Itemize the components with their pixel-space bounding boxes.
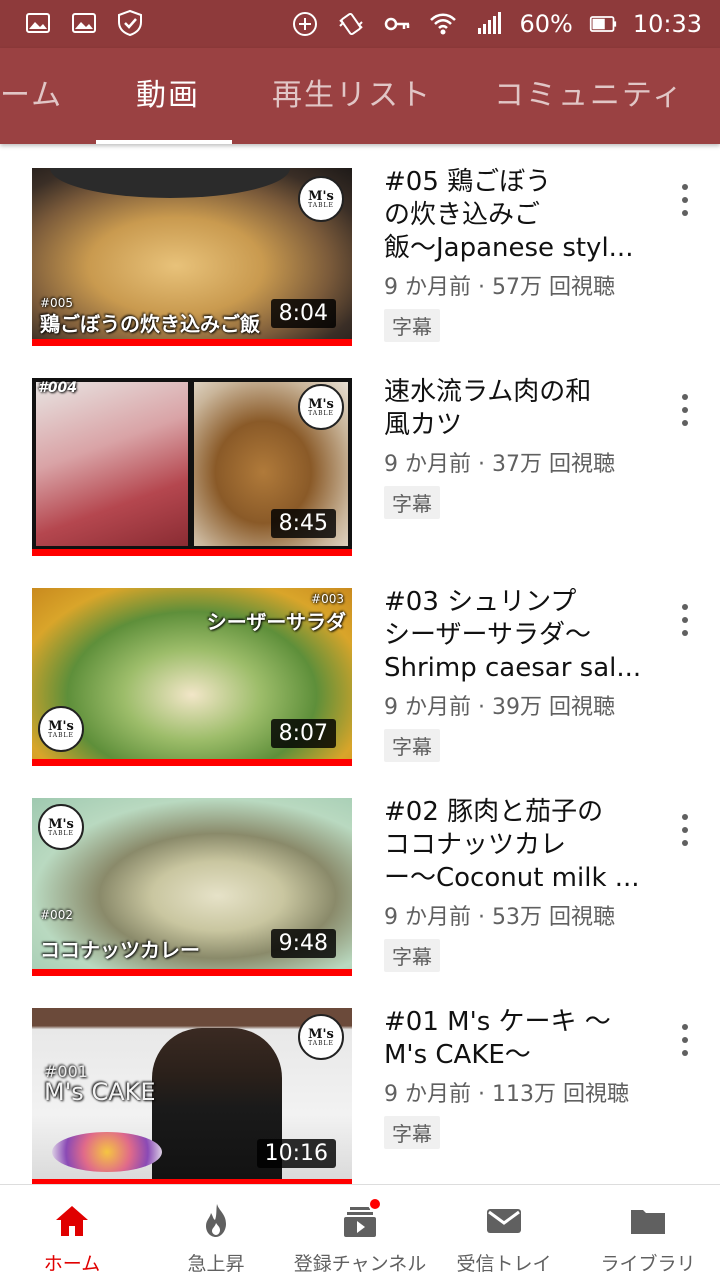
- watch-progress-bar: [32, 759, 352, 766]
- home-icon: [50, 1199, 94, 1243]
- bottom-navigation: ホーム 急上昇 登録チャンネル 受信トレイ ライブラリ: [0, 1184, 720, 1280]
- video-duration: 8:04: [270, 299, 336, 328]
- nav-label: 登録チャンネル: [293, 1253, 427, 1275]
- more-options-icon[interactable]: [670, 180, 700, 220]
- video-item[interactable]: M's TABLE #001 M's CAKE 10:16 #01 M's ケーキ…: [0, 984, 720, 1184]
- video-info[interactable]: #01 M's ケーキ 〜 M's CAKE〜 9 か月前 · 113万 回視聴…: [384, 1006, 646, 1149]
- add-circle-icon: [289, 9, 321, 39]
- thumbnail-caption: ココナッツカレー: [40, 938, 200, 962]
- thumbnail-image: [36, 382, 188, 546]
- subscriptions-icon: [338, 1197, 382, 1243]
- mstable-logo: M's TABLE: [38, 804, 84, 850]
- subtitle-badge: 字幕: [384, 729, 440, 762]
- image-icon: [22, 8, 54, 38]
- nav-subscriptions[interactable]: 登録チャンネル: [288, 1185, 432, 1280]
- folder-icon: [626, 1199, 670, 1243]
- video-info[interactable]: 速水流ラム肉の和 風カツ 9 か月前 · 37万 回視聴 字幕: [384, 376, 646, 519]
- nav-home[interactable]: ホーム: [0, 1185, 144, 1280]
- watch-progress-bar: [32, 549, 352, 556]
- more-options-icon[interactable]: [670, 1020, 700, 1060]
- subtitle-badge: 字幕: [384, 939, 440, 972]
- tab-playlists[interactable]: 再生リスト: [272, 48, 432, 144]
- cake-image: [52, 1132, 162, 1172]
- nav-label: ホーム: [43, 1253, 101, 1275]
- video-meta: 9 か月前 · 39万 回視聴: [384, 695, 615, 720]
- video-meta: 9 か月前 · 113万 回視聴: [384, 1082, 629, 1107]
- image-icon: [68, 8, 100, 38]
- watch-progress-bar: [32, 339, 352, 346]
- video-duration: 8:45: [270, 509, 336, 538]
- key-icon: [381, 9, 413, 39]
- thumbnail-episode: #002: [40, 908, 73, 922]
- video-duration: 8:07: [270, 719, 336, 748]
- flame-icon: [194, 1199, 238, 1243]
- tab-home[interactable]: ーム: [0, 48, 63, 144]
- video-item[interactable]: M's TABLE #003 シーザーサラダ 8:07 #03 シュリンプ シーザ…: [0, 564, 720, 774]
- video-thumbnail[interactable]: M's TABLE #005 鶏ごぼうの炊き込みご飯 8:04: [32, 168, 352, 346]
- mstable-logo: M's TABLE: [298, 1014, 344, 1060]
- video-title[interactable]: #02 豚肉と茄子の ココナッツカレ ー〜Coconut milk ...: [384, 796, 646, 895]
- video-title[interactable]: #05 鶏ごぼう の炊き込みご 飯〜Japanese styl...: [384, 166, 646, 265]
- mstable-logo: M's TABLE: [298, 176, 344, 222]
- nav-library[interactable]: ライブラリ: [576, 1185, 720, 1280]
- signal-icon: [473, 9, 505, 39]
- thumbnail-caption: M's CAKE: [44, 1078, 156, 1106]
- mstable-logo: M's TABLE: [38, 706, 84, 752]
- nav-label: 急上昇: [187, 1253, 245, 1275]
- video-thumbnail[interactable]: M's TABLE #001 M's CAKE 10:16: [32, 1008, 352, 1184]
- subtitle-badge: 字幕: [384, 1116, 440, 1149]
- video-thumbnail[interactable]: M's TABLE #004 8:45: [32, 378, 352, 556]
- video-thumbnail[interactable]: M's TABLE #003 シーザーサラダ 8:07: [32, 588, 352, 766]
- video-info[interactable]: #02 豚肉と茄子の ココナッツカレ ー〜Coconut milk ... 9 …: [384, 796, 646, 972]
- more-options-icon[interactable]: [670, 600, 700, 640]
- mail-icon: [482, 1199, 526, 1243]
- thumbnail-caption: 鶏ごぼうの炊き込みご飯: [40, 312, 260, 336]
- video-info[interactable]: #05 鶏ごぼう の炊き込みご 飯〜Japanese styl... 9 か月前…: [384, 166, 646, 342]
- channel-tab-bar: ーム 動画 再生リスト コミュニティ: [0, 48, 720, 144]
- nav-inbox[interactable]: 受信トレイ: [432, 1185, 576, 1280]
- thumbnail-episode: #003: [311, 592, 344, 606]
- video-meta: 9 か月前 · 37万 回視聴: [384, 452, 615, 477]
- video-title[interactable]: #01 M's ケーキ 〜 M's CAKE〜: [384, 1006, 646, 1072]
- video-duration: 10:16: [256, 1139, 336, 1168]
- nav-label: 受信トレイ: [456, 1253, 552, 1275]
- more-options-icon[interactable]: [670, 810, 700, 850]
- video-list: M's TABLE #005 鶏ごぼうの炊き込みご飯 8:04 #05 鶏ごぼう …: [0, 144, 720, 1184]
- vibrate-icon: [335, 9, 367, 39]
- battery-percent: 60%: [519, 10, 573, 38]
- video-title[interactable]: #03 シュリンプ シーザーサラダ〜 Shrimp caesar sal...: [384, 586, 646, 685]
- thumbnail-episode: #004: [38, 380, 77, 396]
- video-meta: 9 か月前 · 57万 回視聴: [384, 275, 615, 300]
- battery-icon: [587, 9, 619, 39]
- video-item[interactable]: M's TABLE #004 8:45 速水流ラム肉の和 風カツ 9 か月前 · …: [0, 354, 720, 564]
- more-options-icon[interactable]: [670, 390, 700, 430]
- nav-label: ライブラリ: [600, 1253, 696, 1275]
- tab-videos[interactable]: 動画: [136, 48, 200, 144]
- status-bar: 60% 10:33: [0, 0, 720, 48]
- subtitle-badge: 字幕: [384, 486, 440, 519]
- nav-trending[interactable]: 急上昇: [144, 1185, 288, 1280]
- clock: 10:33: [632, 10, 702, 38]
- thumbnail-caption: シーザーサラダ: [206, 610, 346, 634]
- notification-dot: [368, 1197, 382, 1211]
- watch-progress-bar: [32, 969, 352, 976]
- video-thumbnail[interactable]: M's TABLE #002 ココナッツカレー 9:48: [32, 798, 352, 976]
- mstable-logo: M's TABLE: [298, 384, 344, 430]
- video-meta: 9 か月前 · 53万 回視聴: [384, 905, 615, 930]
- video-info[interactable]: #03 シュリンプ シーザーサラダ〜 Shrimp caesar sal... …: [384, 586, 646, 762]
- tab-community[interactable]: コミュニティ: [494, 48, 684, 144]
- video-title[interactable]: 速水流ラム肉の和 風カツ: [384, 376, 646, 442]
- shield-check-icon: [114, 8, 146, 38]
- subtitle-badge: 字幕: [384, 309, 440, 342]
- video-duration: 9:48: [270, 929, 336, 958]
- wifi-icon: [427, 9, 459, 39]
- video-item[interactable]: M's TABLE #005 鶏ごぼうの炊き込みご飯 8:04 #05 鶏ごぼう …: [0, 144, 720, 354]
- video-item[interactable]: M's TABLE #002 ココナッツカレー 9:48 #02 豚肉と茄子の コ…: [0, 774, 720, 984]
